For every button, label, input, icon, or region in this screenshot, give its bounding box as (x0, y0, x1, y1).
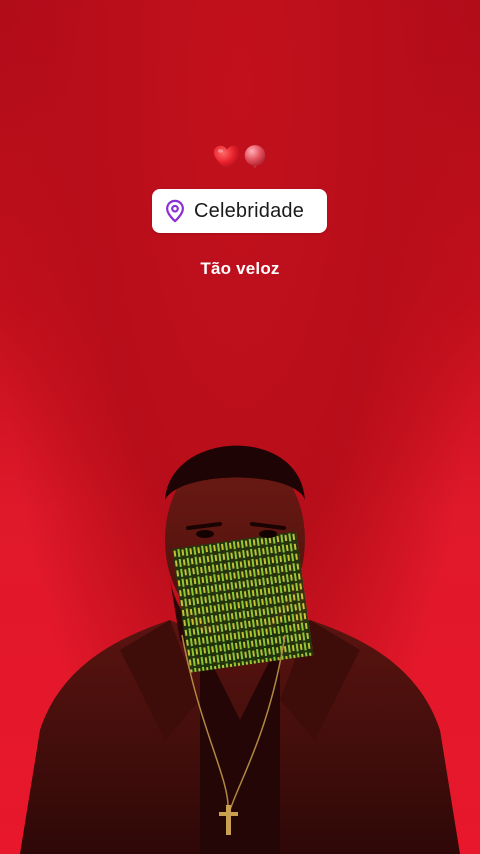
portrait-photo (20, 445, 460, 854)
caption-text: Tão veloz (200, 259, 280, 278)
location-sticker[interactable]: Celebridade (152, 189, 327, 233)
location-label: Celebridade (194, 199, 305, 222)
balloon-emoji (244, 145, 266, 169)
story-canvas: Celebridade Tão veloz (0, 0, 480, 854)
heart-emoji (213, 145, 241, 170)
location-pin-icon (166, 199, 184, 223)
emoji-sticker[interactable] (0, 140, 480, 176)
